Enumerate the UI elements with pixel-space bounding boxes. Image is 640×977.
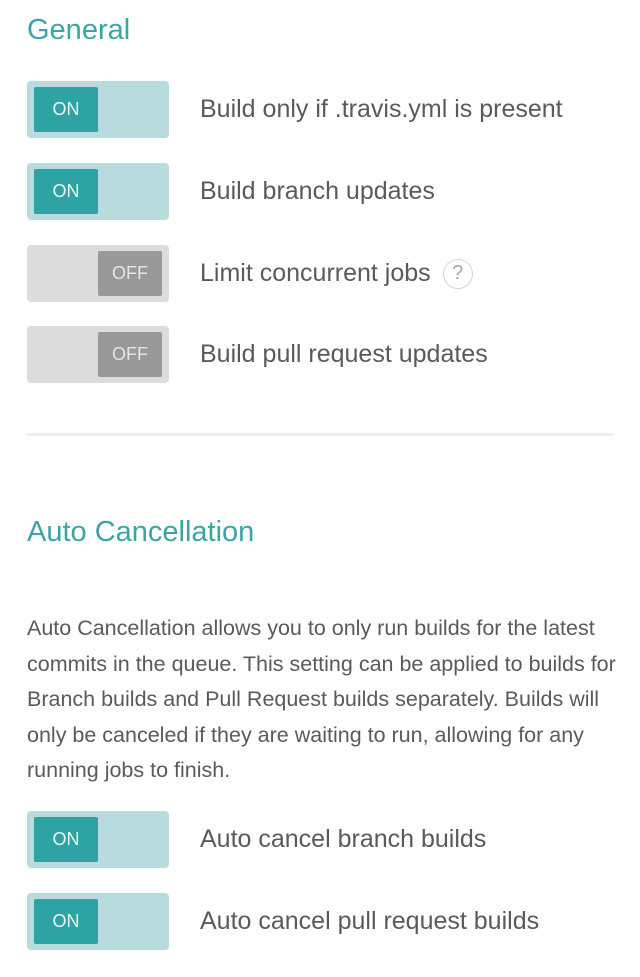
toggle-auto-cancel-pull-request-builds[interactable]: ON [27, 893, 169, 950]
setting-label: Build branch updates [200, 177, 435, 205]
setting-build-pull-request-updates: OFF Build pull request updates [27, 326, 488, 383]
toggle-knob: ON [34, 899, 98, 944]
toggle-auto-cancel-branch-builds[interactable]: ON [27, 811, 169, 868]
toggle-build-pull-request-updates[interactable]: OFF [27, 326, 169, 383]
toggle-knob: ON [34, 817, 98, 862]
toggle-knob: OFF [98, 251, 162, 296]
setting-label: Auto cancel pull request builds [200, 907, 540, 935]
setting-label: Build only if .travis.yml is present [200, 95, 563, 123]
toggle-build-branch-updates[interactable]: ON [27, 163, 169, 220]
setting-limit-concurrent-jobs: OFF Limit concurrent jobs ? [27, 245, 473, 302]
setting-auto-cancel-pull-request-builds: ON Auto cancel pull request builds [27, 893, 539, 950]
toggle-knob: ON [34, 169, 98, 214]
setting-label: Limit concurrent jobs [200, 259, 431, 287]
setting-build-only-if-travis-yml: ON Build only if .travis.yml is present [27, 81, 563, 138]
setting-label: Build pull request updates [200, 340, 488, 368]
toggle-knob: ON [34, 87, 98, 132]
question-circle-icon[interactable]: ? [442, 258, 473, 289]
general-section-title: General [27, 14, 131, 46]
auto-cancellation-description: Auto Cancellation allows you to only run… [27, 616, 616, 782]
toggle-knob: OFF [98, 332, 162, 377]
setting-label: Auto cancel branch builds [200, 825, 487, 853]
section-divider [27, 433, 613, 436]
setting-auto-cancel-branch-builds: ON Auto cancel branch builds [27, 811, 486, 868]
auto-cancellation-section-title: Auto Cancellation [27, 516, 255, 548]
toggle-build-only-if-travis-yml[interactable]: ON [27, 81, 169, 138]
setting-build-branch-updates: ON Build branch updates [27, 163, 435, 220]
toggle-limit-concurrent-jobs[interactable]: OFF [27, 245, 169, 302]
